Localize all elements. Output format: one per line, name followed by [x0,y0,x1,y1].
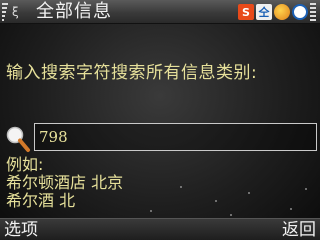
network-icon: ξ [12,5,19,19]
examples: 例如: 希尔顿酒店 北京 希尔酒 北 [6,156,123,210]
example-line: 希尔顿酒店 北京 [6,173,124,192]
examples-heading: 例如: [6,155,44,174]
browser-icon [274,4,290,20]
status-icons: S 仝 [238,3,316,21]
title-bar: ξ 全部信息 S 仝 [0,0,320,24]
screen: ξ 全部信息 S 仝 输入搜索字符搜索所有信息类别: 798 例如: 希尔顿酒店… [0,0,320,240]
signal-strength-icon [2,3,10,21]
page-title: 全部信息 [36,1,112,22]
example-line: 希尔酒 北 [6,191,76,210]
battery-icon [310,3,316,21]
clock-icon [292,4,308,20]
search-input[interactable]: 798 [34,123,317,151]
softkey-bar: 选项 返回 [0,218,320,240]
back-softkey[interactable]: 返回 [282,219,316,240]
options-softkey[interactable]: 选项 [4,219,38,240]
search-prompt: 输入搜索字符搜索所有信息类别: [6,63,258,83]
s-app-icon: S [238,4,254,20]
input-method-icon: 仝 [256,4,272,20]
magnifier-icon [5,124,31,154]
